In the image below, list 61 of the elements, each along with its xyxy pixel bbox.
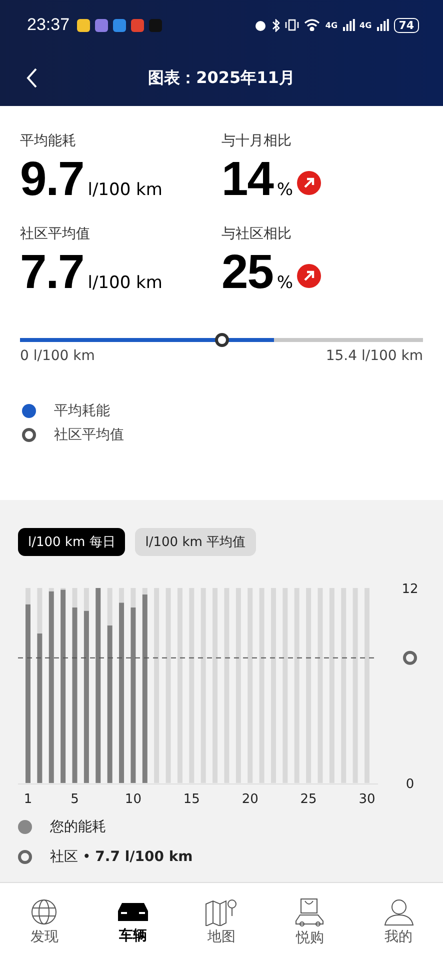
legend-label: 社区平均值 [54,426,124,444]
stat-value: 14 [222,152,273,207]
signal-icon [376,19,389,31]
community-marker-icon [403,650,417,665]
bluetooth-icon [272,18,280,32]
app-icon [76,18,90,32]
globe-icon [30,898,58,926]
axis-label: 25 [300,792,317,806]
stat-value: 7.7 [20,245,84,300]
status-time: 23:37 [27,15,70,35]
axis-label: 5 [70,792,79,806]
stat-label: 与十月相比 [222,132,292,150]
ring-icon [18,850,32,864]
app-icon [148,18,162,32]
trend-up-icon [297,171,322,195]
network-label: 4G [325,20,338,30]
stat-value: 9.7 [20,152,84,207]
stat-unit: % [276,180,294,200]
stat-label: 社区平均值 [20,225,91,243]
page-title: 图表：2025年11月 [148,68,295,88]
battery-level: 74 [394,18,419,32]
nav-tab[interactable]: 悦购 [275,896,346,948]
axis-label: 0 [406,777,414,792]
stat-unit: l/100 km [88,180,162,200]
axis-label: 30 [358,792,376,806]
stat-unit: % [276,273,294,293]
dot-icon [18,820,32,834]
app-icon [94,18,108,32]
legend-label: 您的能耗 [50,818,106,836]
stat-label: 平均能耗 [20,132,77,150]
legend-label: 平均耗能 [54,402,110,420]
vibrate-icon [285,19,300,31]
axis-label: 10 [124,792,142,806]
range-max-label: 15.4 l/100 km [326,348,423,364]
axis-label: 20 [242,792,258,806]
chart-tab[interactable]: l/100 km 平均值 [135,528,256,556]
stat-value: 25 [222,245,273,300]
user-icon [382,898,415,926]
nav-tab[interactable]: 发现 [9,896,80,946]
ring-icon [22,428,36,442]
chart-tab[interactable]: l/100 km 每日 [18,528,126,556]
app-icon [112,18,126,32]
wifi-icon [304,19,320,31]
axis-label: 15 [183,792,200,806]
dot-icon [22,404,36,418]
back-icon [26,68,38,88]
network-label: 4G [360,20,372,30]
stat-label: 与社区相比 [222,225,292,243]
trend-up-icon [297,264,322,288]
stat-unit: l/100 km [88,273,162,293]
map-icon [204,898,238,926]
signal-icon [342,19,355,31]
app-icon [130,18,144,32]
nav-tab[interactable]: 地图 [186,896,256,946]
legend-label: 社区 • 7.7 l/100 km [50,848,193,866]
range-min-label: 0 l/100 km [20,348,95,364]
chart-track-bar [48,588,54,592]
nav-tab[interactable]: 我的 [364,896,434,946]
axis-label: 1 [24,792,32,806]
axis-label: 12 [402,582,418,597]
nav-tab[interactable]: 车辆 [98,898,168,946]
